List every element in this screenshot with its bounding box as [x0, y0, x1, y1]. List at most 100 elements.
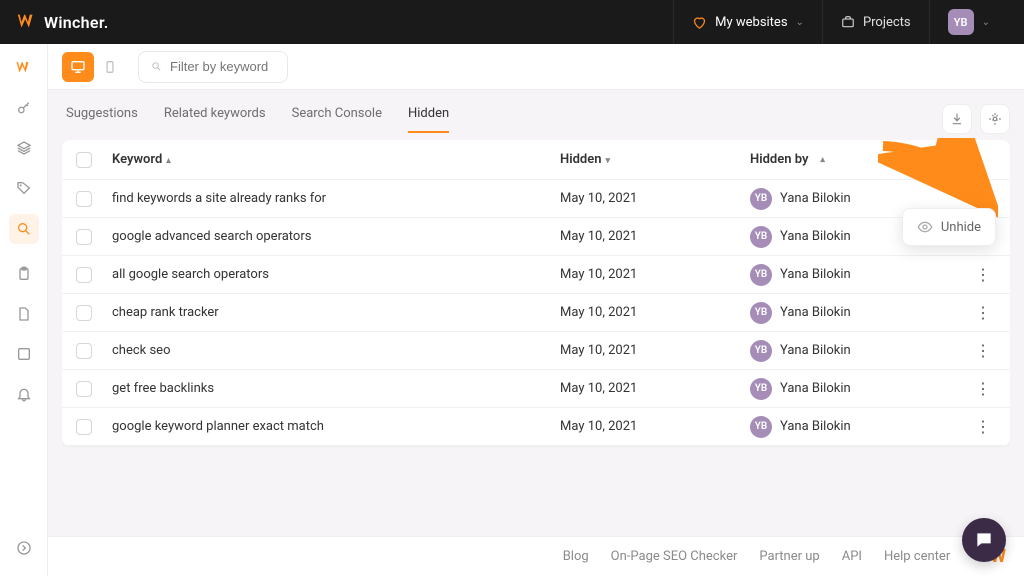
avatar: YB	[948, 9, 974, 35]
bell-icon[interactable]	[14, 384, 34, 404]
note-icon[interactable]	[14, 344, 34, 364]
table-row: cheap rank trackerMay 10, 2021YBYana Bil…	[62, 294, 1010, 332]
projects-button[interactable]: Projects	[822, 0, 929, 44]
table-row: check seoMay 10, 2021YBYana Bilokin⋮	[62, 332, 1010, 370]
chevron-down-icon: ⌄	[982, 17, 990, 28]
select-all-checkbox[interactable]	[76, 152, 92, 168]
row-checkbox[interactable]	[76, 343, 92, 359]
avatar: YB	[750, 302, 772, 324]
cell-hidden-by: YBYana Bilokin	[750, 340, 970, 362]
tab-hidden[interactable]: Hidden	[408, 106, 449, 133]
filter-input-container[interactable]	[138, 51, 288, 83]
file-icon[interactable]	[14, 304, 34, 324]
cell-hidden-date: May 10, 2021	[560, 305, 750, 320]
projects-label: Projects	[863, 15, 911, 30]
device-toggle	[62, 52, 126, 82]
settings-button[interactable]	[980, 104, 1010, 134]
row-menu-button[interactable]: ⋮	[970, 379, 996, 398]
row-menu-button[interactable]: ⋮	[970, 341, 996, 360]
cell-hidden-by: YBYana Bilokin	[750, 416, 970, 438]
table-row: google advanced search operatorsMay 10, …	[62, 218, 1010, 256]
toolbar	[48, 44, 1024, 90]
table-header: Keyword▴ Hidden▾ Hidden by▴	[62, 140, 1010, 180]
account-menu[interactable]: YB ⌄	[929, 0, 1008, 44]
expand-icon[interactable]	[14, 538, 34, 558]
brand-text: Wincher.	[44, 13, 109, 32]
table-row: google keyword planner exact matchMay 10…	[62, 408, 1010, 446]
avatar: YB	[750, 226, 772, 248]
my-websites-button[interactable]: My websites ⌄	[673, 0, 822, 44]
clipboard-icon[interactable]	[14, 264, 34, 284]
footer-partner[interactable]: Partner up	[759, 549, 819, 564]
table-row: get free backlinksMay 10, 2021YBYana Bil…	[62, 370, 1010, 408]
filter-input[interactable]	[170, 59, 275, 74]
tabs: Suggestions Related keywords Search Cons…	[62, 106, 449, 133]
row-menu-button[interactable]: ⋮	[970, 417, 996, 436]
mobile-toggle[interactable]	[94, 52, 126, 82]
unhide-label: Unhide	[941, 220, 981, 235]
cell-keyword: all google search operators	[112, 267, 560, 282]
row-checkbox[interactable]	[76, 419, 92, 435]
unhide-popover[interactable]: Unhide	[902, 208, 996, 246]
sort-desc-icon: ▾	[605, 156, 610, 166]
column-hidden[interactable]: Hidden▾	[560, 152, 750, 167]
sort-asc-icon: ▴	[166, 156, 171, 166]
tab-console[interactable]: Search Console	[292, 106, 382, 133]
cell-hidden-date: May 10, 2021	[560, 343, 750, 358]
brand-logo[interactable]: Wincher.	[16, 11, 109, 33]
chat-icon	[974, 530, 994, 550]
column-keyword[interactable]: Keyword▴	[112, 152, 560, 167]
avatar: YB	[750, 340, 772, 362]
cell-hidden-by: YBYana Bilokin	[750, 378, 970, 400]
search-icon	[151, 60, 162, 73]
chevron-down-icon: ⌄	[796, 17, 804, 28]
footer-help[interactable]: Help center	[884, 549, 950, 564]
desktop-toggle[interactable]	[62, 52, 94, 82]
tab-suggestions[interactable]: Suggestions	[66, 106, 138, 133]
top-header: Wincher. My websites ⌄ Projects YB ⌄	[0, 0, 1024, 44]
row-menu-button[interactable]: ⋮	[970, 265, 996, 284]
row-menu-button[interactable]: ⋮	[970, 303, 996, 322]
wincher-mark-icon	[16, 11, 38, 33]
search-icon[interactable]	[9, 214, 39, 244]
key-icon[interactable]	[14, 98, 34, 118]
briefcase-icon	[841, 15, 855, 29]
cell-keyword: google advanced search operators	[112, 229, 560, 244]
cell-keyword: cheap rank tracker	[112, 305, 560, 320]
chat-button[interactable]	[962, 518, 1006, 562]
row-checkbox[interactable]	[76, 305, 92, 321]
row-checkbox[interactable]	[76, 229, 92, 245]
cell-keyword: get free backlinks	[112, 381, 560, 396]
eye-icon	[917, 219, 933, 235]
layers-icon[interactable]	[14, 138, 34, 158]
cell-hidden-by: YBYana Bilokin	[750, 302, 970, 324]
footer-blog[interactable]: Blog	[563, 549, 589, 564]
footer-checker[interactable]: On-Page SEO Checker	[611, 549, 738, 564]
cell-hidden-by: YBYana Bilokin	[750, 264, 970, 286]
cell-hidden-date: May 10, 2021	[560, 419, 750, 434]
cell-keyword: find keywords a site already ranks for	[112, 191, 560, 206]
download-button[interactable]	[942, 104, 972, 134]
my-websites-label: My websites	[715, 15, 787, 30]
table-row: all google search operatorsMay 10, 2021Y…	[62, 256, 1010, 294]
cell-hidden-date: May 10, 2021	[560, 381, 750, 396]
cell-keyword: check seo	[112, 343, 560, 358]
cell-hidden-date: May 10, 2021	[560, 267, 750, 282]
avatar: YB	[750, 378, 772, 400]
left-sidebar	[0, 44, 48, 576]
cell-keyword: google keyword planner exact match	[112, 419, 560, 434]
column-hidden-by[interactable]: Hidden by▴	[750, 152, 970, 167]
sort-asc-icon: ▴	[820, 155, 825, 165]
row-checkbox[interactable]	[76, 381, 92, 397]
main-panel: Suggestions Related keywords Search Cons…	[48, 90, 1024, 536]
row-menu-button[interactable]: ⋮	[970, 189, 996, 208]
footer: Blog On-Page SEO Checker Partner up API …	[48, 536, 1024, 576]
footer-api[interactable]: API	[842, 549, 862, 564]
tag-icon[interactable]	[14, 178, 34, 198]
row-checkbox[interactable]	[76, 267, 92, 283]
avatar: YB	[750, 264, 772, 286]
tab-related[interactable]: Related keywords	[164, 106, 266, 133]
wincher-icon[interactable]	[14, 58, 34, 78]
row-checkbox[interactable]	[76, 191, 92, 207]
cell-hidden-by: YBYana Bilokin	[750, 188, 970, 210]
